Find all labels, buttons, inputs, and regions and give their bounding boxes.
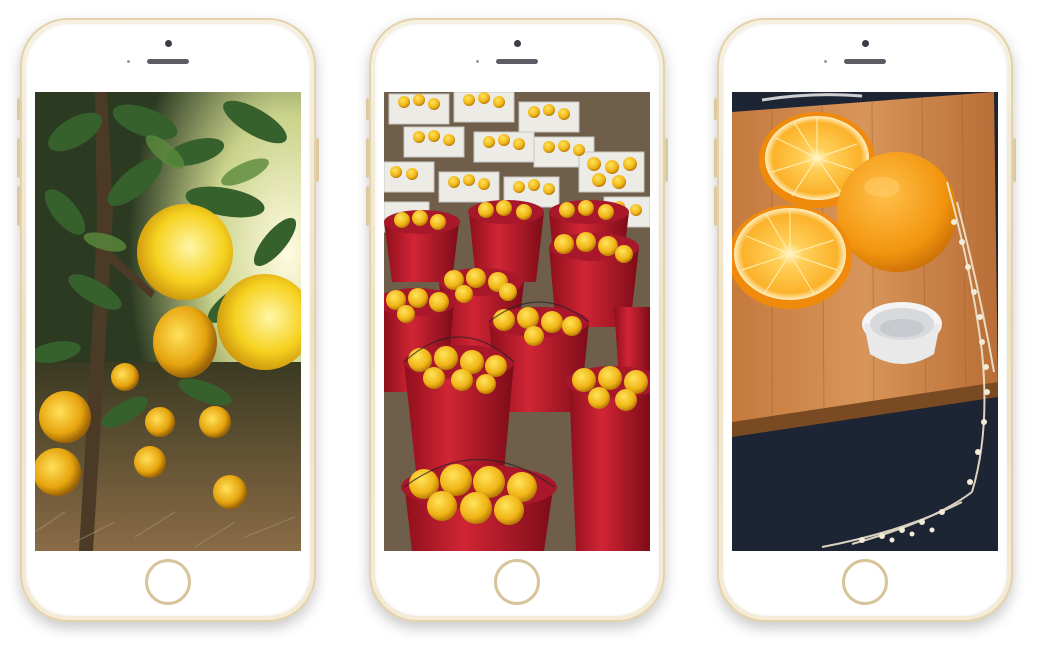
- oranges-on-tree-photo: [35, 92, 301, 551]
- earpiece-icon: [496, 59, 538, 64]
- mute-switch: [366, 98, 369, 120]
- power-button: [316, 138, 319, 182]
- earpiece-icon: [844, 59, 886, 64]
- home-button-icon[interactable]: [145, 559, 191, 605]
- power-button: [665, 138, 668, 182]
- screen-photo-red-buckets: [384, 92, 650, 551]
- home-button-icon[interactable]: [842, 559, 888, 605]
- front-camera-icon: [165, 40, 172, 47]
- proximity-sensor: [127, 60, 130, 63]
- volume-down-button: [714, 186, 717, 226]
- mute-switch: [17, 98, 20, 120]
- volume-up-button: [366, 138, 369, 178]
- front-camera-icon: [514, 40, 521, 47]
- home-button-icon[interactable]: [494, 559, 540, 605]
- volume-up-button: [714, 138, 717, 178]
- phone-mockup-right: [714, 18, 1016, 622]
- phone-mockup-left: [17, 18, 319, 622]
- proximity-sensor: [476, 60, 479, 63]
- mute-switch: [714, 98, 717, 120]
- volume-down-button: [17, 186, 20, 226]
- power-button: [1013, 138, 1016, 182]
- screen-photo-oranges-on-tree: [35, 92, 301, 551]
- sliced-orange-on-board-photo: [732, 92, 998, 551]
- proximity-sensor: [824, 60, 827, 63]
- screen-photo-sliced-orange: [732, 92, 998, 551]
- volume-up-button: [17, 138, 20, 178]
- earpiece-icon: [147, 59, 189, 64]
- volume-down-button: [366, 186, 369, 226]
- phone-showcase: [0, 0, 1051, 648]
- phone-mockup-middle: [366, 18, 668, 622]
- front-camera-icon: [862, 40, 869, 47]
- red-buckets-of-oranges-photo: [384, 92, 650, 551]
